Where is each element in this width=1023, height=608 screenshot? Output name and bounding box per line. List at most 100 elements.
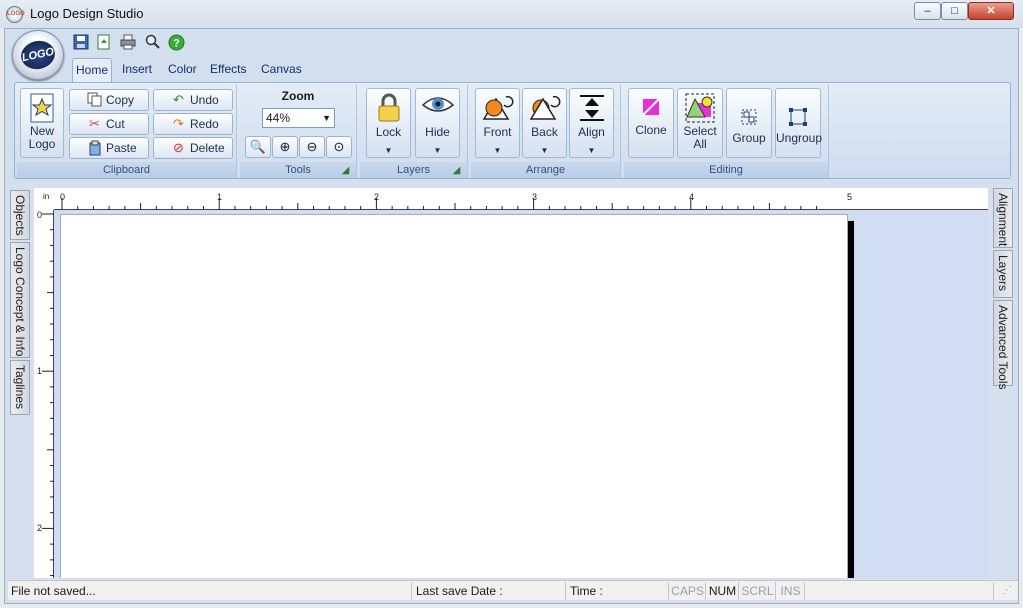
zoom-fit-icon: 🔍 [249,139,267,154]
status-empty [806,582,994,600]
delete-icon: ⊘ [173,140,184,155]
undo-icon: ↶ [173,92,184,107]
chevron-down-icon: ▼ [433,146,442,155]
app-icon: LOGO [6,6,25,23]
new-logo-icon [21,93,63,125]
ruler-unit: in [34,188,54,210]
copy-icon [86,92,103,108]
back-button[interactable]: Back ▼ [522,88,567,158]
lock-button[interactable]: Lock ▼ [366,88,411,158]
chevron-down-icon: ▼ [322,113,331,123]
status-caps: CAPS [670,582,706,600]
resize-grip-icon[interactable]: ⋰ [1002,585,1012,596]
page-shadow [848,221,854,578]
tab-objects[interactable]: Objects [10,190,30,240]
status-time: Time : [567,582,669,600]
application-menu-button[interactable]: LOGO [12,30,64,80]
group-button[interactable]: Group [726,88,772,158]
ruler-label: 0 [60,192,66,202]
zoom-actual-icon: ⊙ [333,139,345,154]
eye-icon [416,93,459,125]
clipboard-group: New Logo Copy ✂ Cut Paste ↶ Undo ↷ Redo … [17,84,237,178]
logo-canvas-page[interactable] [60,214,848,578]
save-icon[interactable] [72,34,90,52]
chevron-down-icon: ▼ [384,146,393,155]
status-scrl: SCRL [740,582,776,600]
tab-layers-panel[interactable]: Layers [993,250,1013,298]
copy-button[interactable]: Copy [69,89,149,111]
zoom-select[interactable]: 44% ▼ [262,108,335,128]
print-preview-icon[interactable] [144,34,162,52]
align-button[interactable]: Align ▼ [569,88,614,158]
zoom-out-button[interactable]: ⊖ [299,136,325,158]
new-logo-button[interactable]: New Logo [20,88,64,158]
select-all-icon [678,93,722,125]
status-file: File not saved... [8,582,412,600]
paste-button[interactable]: Paste [69,137,149,159]
editing-group: Clone Select All Group Ungroup Editing [624,84,829,178]
align-icon [570,93,613,125]
tab-logo-concept-info[interactable]: Logo Concept & Info [10,242,30,358]
ruler-label: 1 [37,366,43,376]
cut-button[interactable]: ✂ Cut [69,113,149,135]
redo-button[interactable]: ↷ Redo [153,113,233,135]
window-title: Logo Design Studio [30,6,144,21]
ruler-label: 2 [37,523,43,533]
chevron-down-icon: ▼ [540,146,549,155]
layers-launcher-icon[interactable]: ◢ [450,164,463,177]
ruler-label: 3 [532,192,538,202]
tab-canvas[interactable]: Canvas [261,62,302,76]
zoom-actual-button[interactable]: ⊙ [326,136,352,158]
arrange-group-label: Arrange [471,162,620,178]
ruler-label: 4 [689,192,695,202]
zoom-in-button[interactable]: ⊕ [272,136,298,158]
horizontal-ruler: 0 1 2 3 4 5 [34,188,988,210]
minimize-button[interactable]: – [914,2,941,20]
select-all-button[interactable]: Select All [677,88,723,158]
ungroup-button[interactable]: Ungroup [775,88,822,158]
help-icon[interactable]: ? [167,34,185,52]
scissors-icon: ✂ [89,116,100,131]
zoom-in-icon: ⊕ [279,139,291,154]
tab-insert[interactable]: Insert [122,62,152,76]
maximize-button[interactable]: □ [941,2,968,20]
logo-icon: LOGO [18,37,58,73]
front-button[interactable]: Front ▼ [475,88,520,158]
status-last-save: Last save Date : [413,582,566,600]
tab-taglines[interactable]: Taglines [10,360,30,415]
hide-button[interactable]: Hide ▼ [415,88,460,158]
status-ins: INS [777,582,805,600]
vertical-ruler: 0 1 2 [34,210,54,578]
editing-group-label: Editing [624,162,828,178]
tab-alignment[interactable]: Alignment [993,188,1013,248]
zoom-value: 44% [266,111,291,125]
print-icon[interactable] [119,34,137,52]
ruler-ticks [61,198,818,210]
ruler-label: 1 [217,192,223,202]
chevron-down-icon: ▼ [493,146,502,155]
delete-button[interactable]: ⊘ Delete [153,137,233,159]
clone-icon [629,93,673,125]
bring-front-icon [476,93,519,125]
layers-group: Lock ▼ Hide ▼ Layers ◢ [360,84,468,178]
tab-effects[interactable]: Effects [210,62,246,76]
canvas-area[interactable]: 0 1 2 3 4 5 in 0 1 2 [34,188,988,578]
undo-button[interactable]: ↶ Undo [153,89,233,111]
tab-home[interactable]: Home [72,58,112,83]
tab-color[interactable]: Color [168,62,197,76]
lock-icon [367,93,410,125]
zoom-title: Zoom [281,89,315,103]
clone-button[interactable]: Clone [628,88,674,158]
tab-advanced-tools[interactable]: Advanced Tools [993,300,1013,390]
ribbon: New Logo Copy ✂ Cut Paste ↶ Undo ↷ Redo … [14,82,1011,179]
export-icon[interactable] [95,34,113,52]
ruler-label: 5 [847,192,853,202]
paste-icon [86,140,103,156]
tools-launcher-icon[interactable]: ◢ [339,164,352,177]
redo-icon: ↷ [173,116,184,131]
zoom-fit-button[interactable]: 🔍 [245,136,271,158]
close-button[interactable]: ✕ [968,2,1014,20]
send-back-icon [523,93,566,125]
svg-text:?: ? [173,38,180,50]
status-bar: File not saved... Last save Date : Time … [8,580,1018,600]
